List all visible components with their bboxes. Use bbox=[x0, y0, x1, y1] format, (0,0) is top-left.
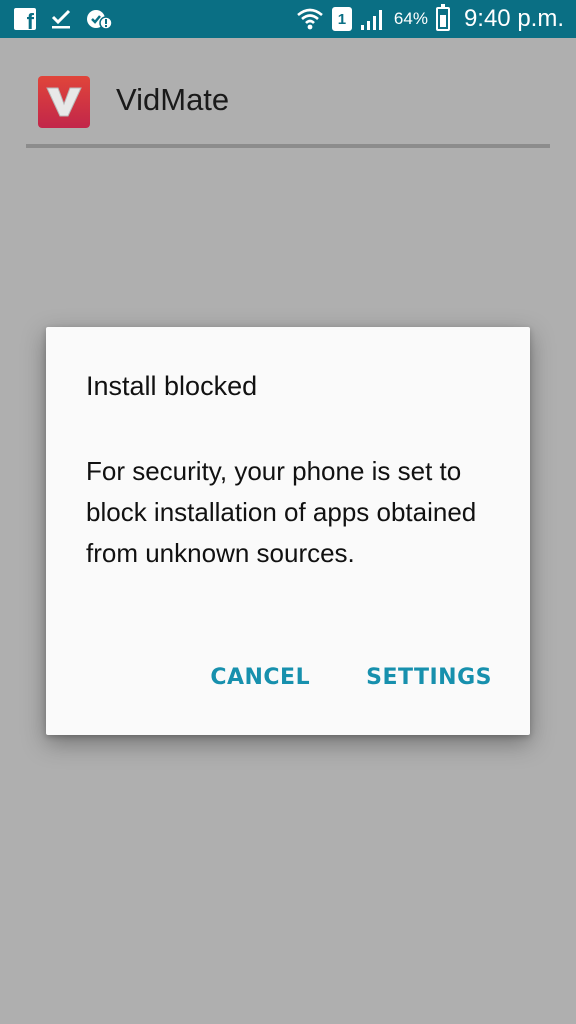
vidmate-logo-icon bbox=[46, 87, 82, 117]
notification-icons: f bbox=[0, 8, 112, 30]
battery-percentage: 64% bbox=[393, 9, 428, 28]
facebook-icon: f bbox=[14, 8, 36, 30]
install-blocked-dialog: Install blocked For security, your phone… bbox=[46, 327, 530, 735]
app-logo bbox=[38, 76, 90, 128]
dialog-actions: CANCEL SETTINGS bbox=[210, 665, 492, 690]
status-bar: f 1 64% 9:40 p.m. bbox=[0, 0, 576, 38]
wifi-icon bbox=[297, 8, 323, 30]
check-download-icon bbox=[51, 9, 71, 29]
clock: 9:40 p.m. bbox=[463, 5, 564, 32]
app-title: VidMate bbox=[116, 82, 230, 117]
cancel-button[interactable]: CANCEL bbox=[210, 665, 310, 690]
settings-button[interactable]: SETTINGS bbox=[366, 665, 492, 690]
app-header: VidMate bbox=[0, 38, 576, 148]
sim-icon: 1 bbox=[331, 7, 352, 31]
header-divider bbox=[26, 144, 550, 148]
dialog-title: Install blocked bbox=[86, 371, 258, 401]
battery-icon bbox=[435, 4, 450, 31]
security-alert-icon bbox=[87, 10, 112, 30]
dialog-message: For security, your phone is set to block… bbox=[86, 456, 477, 568]
signal-icon bbox=[360, 10, 382, 30]
system-icons: 1 64% 9:40 p.m. bbox=[296, 4, 576, 33]
